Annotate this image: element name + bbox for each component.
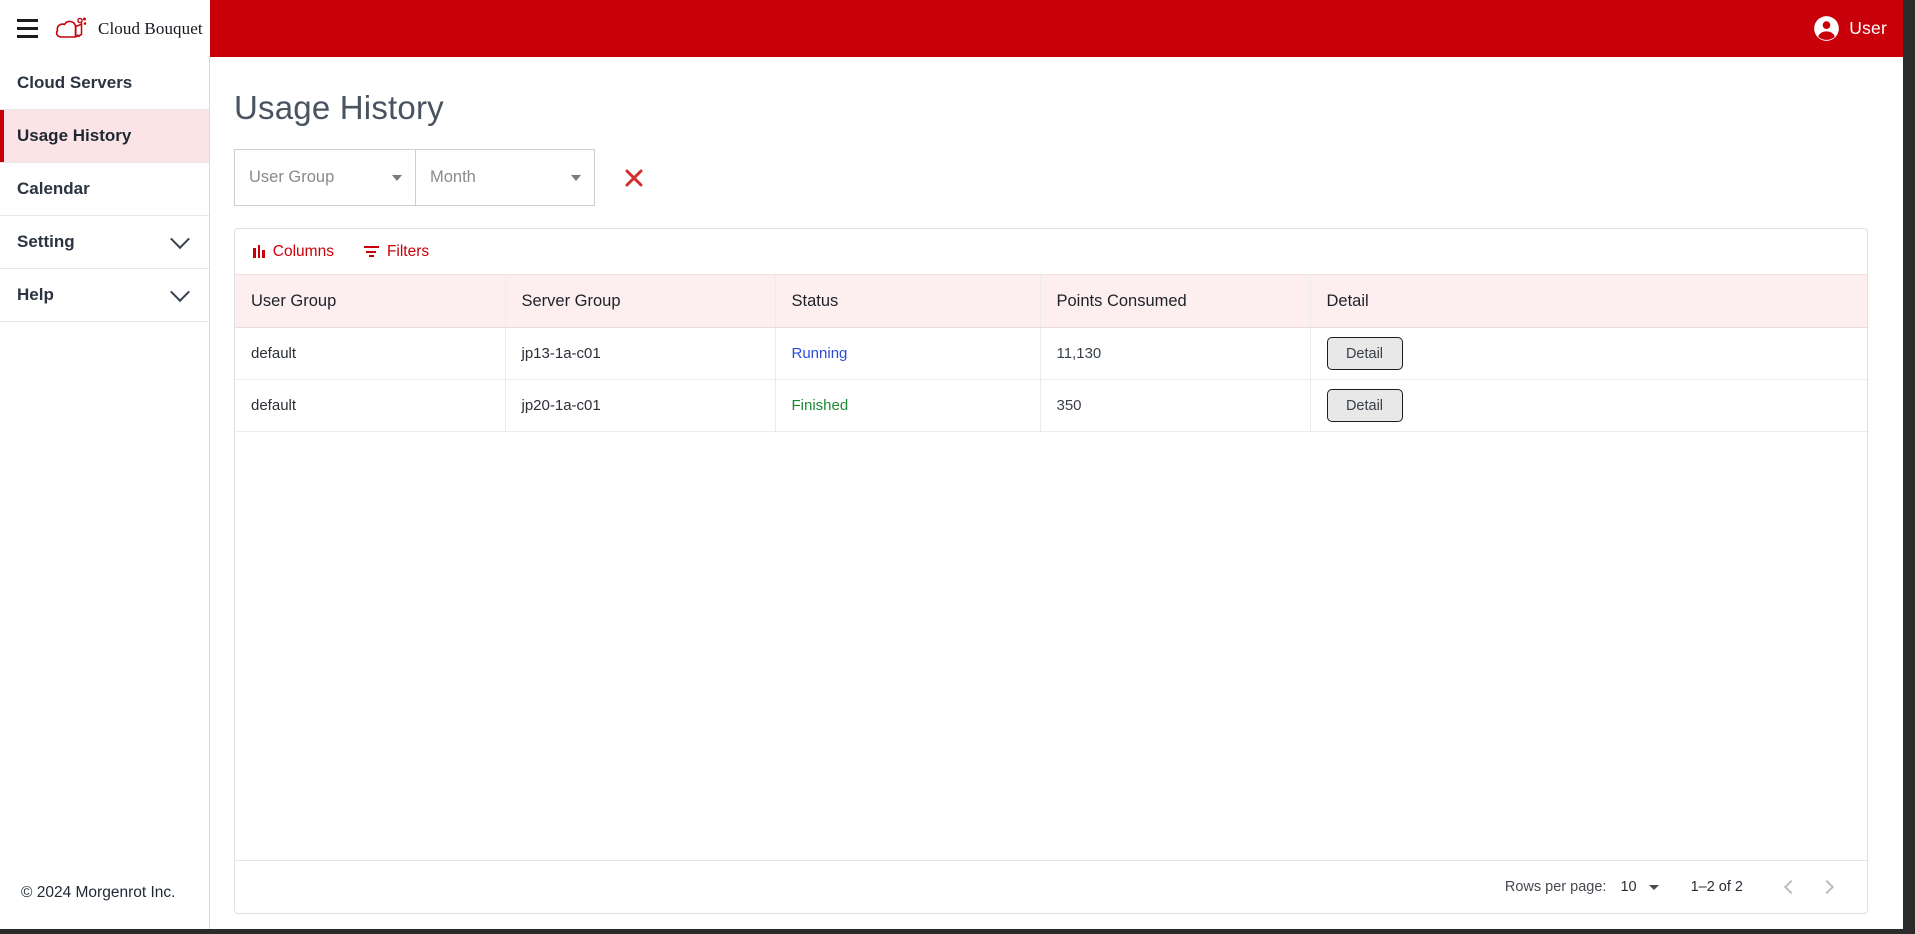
pagination-range-label: 1–2 of 2 [1690,879,1743,895]
filter-funnel-icon [363,246,379,257]
main-content: Usage History User Group Month Columns F… [210,57,1915,934]
usage-history-table: User Group Server Group Status Points Co… [235,274,1867,432]
cell-server-group: jp20-1a-c01 [505,379,776,432]
status-badge: Finished [791,397,849,414]
detail-button[interactable]: Detail [1326,389,1403,422]
table-header: User Group Server Group Status Points Co… [235,274,1867,328]
filter-bar: User Group Month [234,149,1868,206]
sidebar-item-calendar[interactable]: Calendar [0,163,209,216]
sidebar-item-label: Cloud Servers [17,73,133,92]
previous-page-button[interactable] [1773,869,1809,905]
sidebar-filler [0,322,209,884]
sidebar-item-label: Setting [17,232,75,251]
user-menu[interactable]: User [1813,0,1915,57]
user-group-select-value: User Group [249,168,335,186]
cell-server-group: jp13-1a-c01 [505,327,776,380]
filters-button-label: Filters [386,242,430,260]
status-badge: Running [791,345,848,362]
table-header-row: User Group Server Group Status Points Co… [235,274,1867,328]
chevron-down-icon [571,174,581,181]
sidebar-item-label: Usage History [17,126,132,145]
brand-name: Cloud Bouquet [98,18,203,38]
chevron-right-icon [1819,879,1835,895]
next-page-button[interactable] [1809,869,1845,905]
cell-user-group: default [235,327,506,380]
hamburger-bar [16,19,38,22]
sidebar-item-usage-history[interactable]: Usage History [0,110,209,163]
chevron-down-icon [392,174,402,181]
column-header-status[interactable]: Status [775,274,1041,328]
column-header-user-group[interactable]: User Group [235,274,506,328]
filter-select-group: User Group Month [234,149,595,206]
columns-button[interactable]: Columns [249,240,338,264]
detail-button[interactable]: Detail [1326,337,1403,370]
filters-button[interactable]: Filters [360,240,433,264]
browser-scrollbar[interactable] [1903,0,1915,934]
brand-logo[interactable]: Cloud Bouquet [54,15,203,43]
columns-button-label: Columns [272,242,334,260]
table-row[interactable]: default jp20-1a-c01 Finished 350 Detail [235,379,1867,432]
rows-per-page-select[interactable]: 10 [1620,879,1659,895]
month-select-value: Month [430,168,476,186]
month-select[interactable]: Month [415,149,595,206]
user-label: User [1849,18,1887,38]
chevron-down-icon [170,229,190,250]
sidebar-nav: Cloud Servers Usage History Calendar Set… [0,57,209,322]
rows-per-page-label: Rows per page: [1504,879,1607,895]
column-header-points-consumed[interactable]: Points Consumed [1040,274,1311,328]
sidebar-item-label: Calendar [17,179,90,198]
table-body: default jp13-1a-c01 Running 11,130 Detai… [235,327,1867,432]
cell-detail: Detail [1310,379,1867,432]
browser-bottom-edge [0,929,1915,934]
chevron-down-icon [1648,884,1659,890]
sidebar-item-label: Help [17,285,54,304]
cell-points-consumed: 11,130 [1040,327,1311,380]
hamburger-bar [16,27,38,30]
chevron-down-icon [170,282,190,303]
sidebar-item-setting[interactable]: Setting [0,216,209,269]
close-x-icon [625,169,643,186]
data-grid-card: Columns Filters User Group Server Group … [234,228,1868,914]
app-shell: Cloud Servers Usage History Calendar Set… [0,57,1915,934]
column-header-server-group[interactable]: Server Group [505,274,776,328]
copyright-text: © 2024 Morgenrot Inc. [21,884,176,901]
column-header-detail[interactable]: Detail [1310,274,1867,328]
table-empty-space [235,432,1867,860]
sidebar: Cloud Servers Usage History Calendar Set… [0,57,210,934]
cell-status: Running [775,327,1041,380]
brand-zone: Cloud Bouquet [0,0,210,57]
user-group-select[interactable]: User Group [234,149,415,206]
cell-status: Finished [775,379,1041,432]
columns-icon [253,245,265,258]
cell-points-consumed: 350 [1040,379,1311,432]
account-circle-icon [1814,16,1840,41]
table-pagination: Rows per page: 10 1–2 of 2 [235,860,1867,913]
top-app-bar: Cloud Bouquet User [0,0,1915,57]
data-grid-toolbar: Columns Filters [235,229,1867,274]
cell-user-group: default [235,379,506,432]
page-title: Usage History [234,89,444,126]
table-row[interactable]: default jp13-1a-c01 Running 11,130 Detai… [235,327,1867,380]
hamburger-menu-icon[interactable] [10,12,44,46]
clear-filters-button[interactable] [611,149,657,206]
rows-per-page-value: 10 [1620,879,1637,895]
hamburger-bar [16,35,38,38]
sidebar-item-cloud-servers[interactable]: Cloud Servers [0,57,209,110]
cell-detail: Detail [1310,327,1867,380]
chevron-left-icon [1783,879,1799,895]
sidebar-item-help[interactable]: Help [0,269,209,322]
cloud-bouquet-logo-icon [55,17,87,38]
